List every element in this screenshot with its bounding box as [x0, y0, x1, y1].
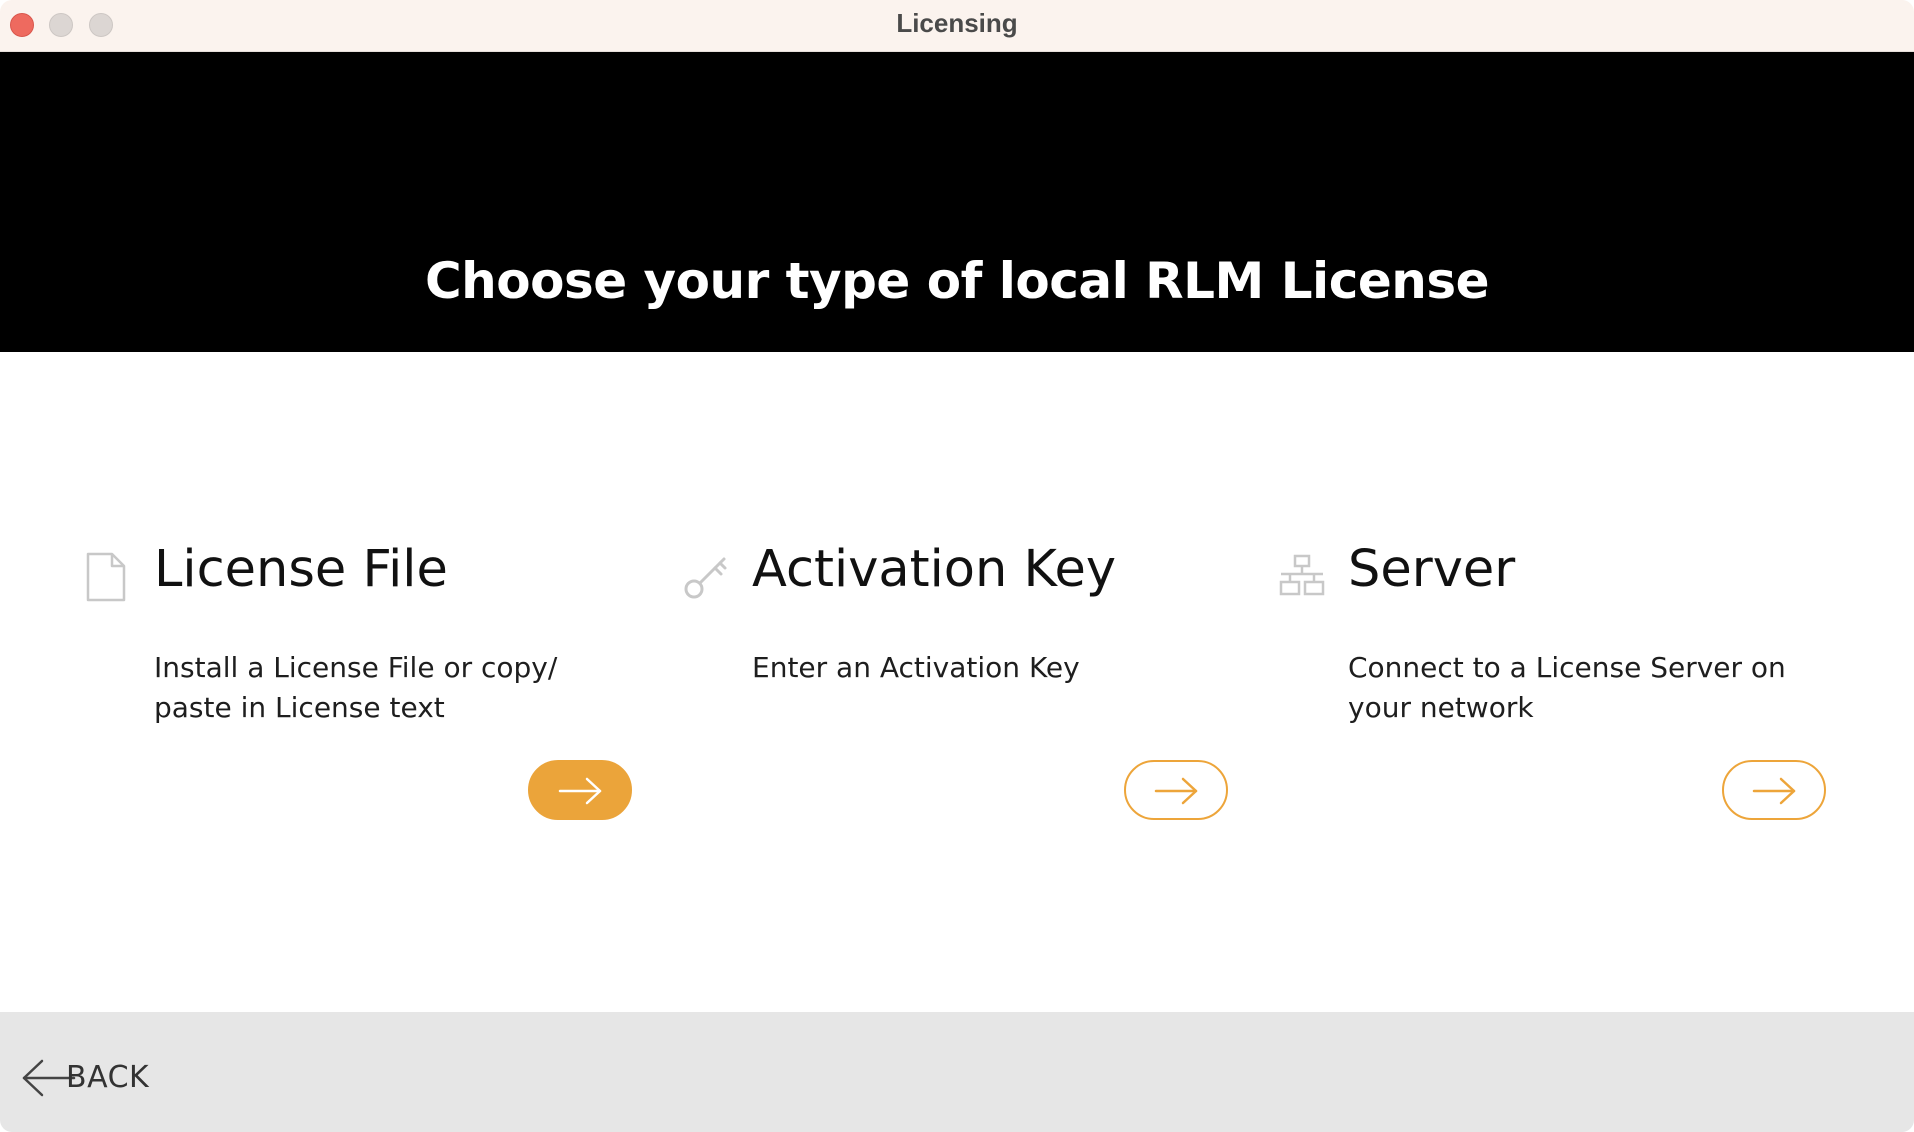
- option-activation-key: Activation Key Enter an Activation Key: [682, 540, 1242, 830]
- option-description: Install a License File or copy/ paste in…: [154, 651, 558, 724]
- arrow-right-icon: [1154, 777, 1198, 805]
- arrow-right-icon: [558, 777, 602, 805]
- activation-key-next-button[interactable]: [1124, 760, 1228, 820]
- back-label: BACK: [66, 1060, 150, 1095]
- document-icon: [84, 552, 132, 608]
- server-next-button[interactable]: [1722, 760, 1826, 820]
- header-banner: Choose your type of local RLM License: [0, 52, 1914, 352]
- option-title: Server: [1348, 540, 1516, 599]
- licensing-window: Licensing Choose your type of local RLM …: [0, 0, 1914, 1132]
- title-bar: Licensing: [0, 0, 1914, 52]
- option-description: Enter an Activation Key: [752, 651, 1080, 684]
- arrow-right-icon: [1752, 777, 1796, 805]
- page-title: Choose your type of local RLM License: [424, 252, 1490, 310]
- key-icon: [682, 552, 730, 608]
- license-file-next-button[interactable]: [528, 760, 632, 820]
- network-icon: [1278, 552, 1326, 608]
- option-description: Connect to a License Server on your netw…: [1348, 651, 1786, 724]
- footer-bar: BACK: [0, 1012, 1914, 1132]
- option-server: Server Connect to a License Server on yo…: [1278, 540, 1838, 830]
- back-button[interactable]: BACK: [20, 1052, 160, 1102]
- window-title: Licensing: [896, 8, 1018, 38]
- option-title: License File: [154, 540, 448, 599]
- option-title: Activation Key: [752, 540, 1116, 599]
- option-license-file: License File Install a License File or c…: [84, 540, 644, 830]
